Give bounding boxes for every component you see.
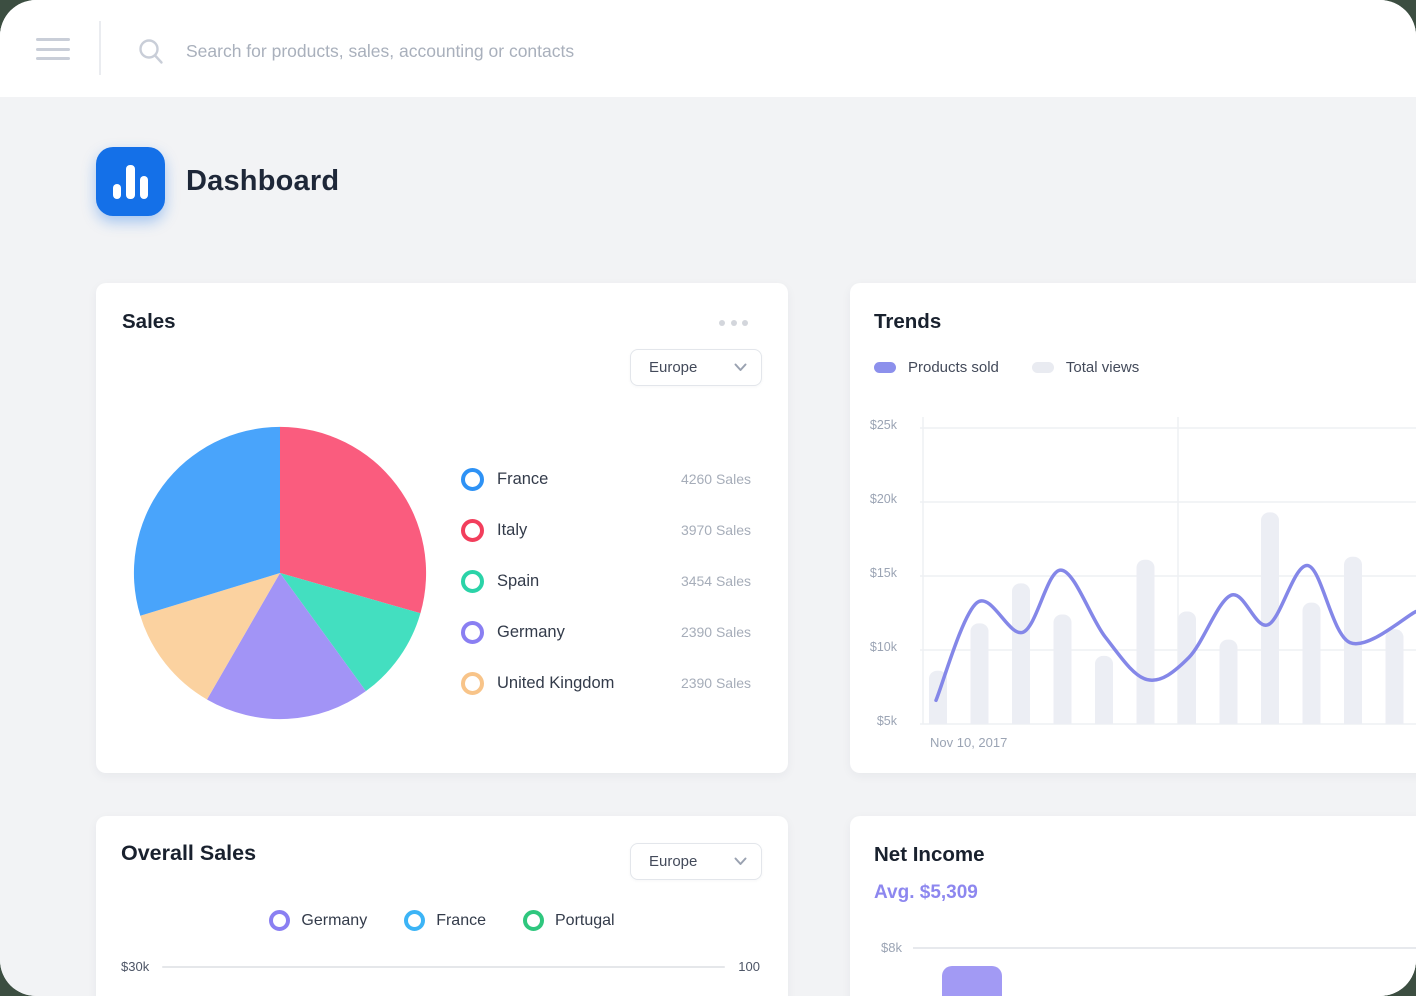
overall-sales-axis: $30k 100 <box>121 959 760 974</box>
topbar-divider <box>99 21 101 75</box>
legend-item-united-kingdom: United Kingdom 2390 Sales <box>461 671 751 695</box>
italy-ring-icon <box>461 519 484 542</box>
page-title: Dashboard <box>186 165 339 198</box>
search-icon <box>137 37 165 65</box>
axis-left-label: $30k <box>121 959 149 974</box>
sales-region-dropdown[interactable]: Europe <box>630 349 762 386</box>
france-ring-icon <box>404 910 425 931</box>
y-tick-5k: $5k <box>850 714 897 728</box>
portugal-ring-icon <box>523 910 544 931</box>
net-income-card: Net Income Avg. $5,309 $8k <box>850 816 1416 996</box>
trends-card: Trends Products sold Total views $25k $2… <box>850 283 1416 773</box>
legend-item-portugal: Portugal <box>523 910 615 931</box>
legend-sales-value: 3454 Sales <box>681 573 751 589</box>
united-kingdom-ring-icon <box>461 672 484 695</box>
legend-item-germany: Germany <box>269 910 367 931</box>
topbar <box>0 0 1416 97</box>
legend-label: Germany <box>301 912 367 930</box>
legend-label: Products sold <box>908 359 999 376</box>
search-input[interactable] <box>184 30 748 72</box>
legend-item-products-sold: Products sold <box>874 359 999 376</box>
legend-item-france: France <box>404 910 486 931</box>
germany-ring-icon <box>269 910 290 931</box>
trends-card-title: Trends <box>874 310 941 334</box>
legend-country-label: France <box>497 470 548 489</box>
legend-item-total-views: Total views <box>1032 359 1139 376</box>
page-header: Dashboard <box>96 147 339 216</box>
net-income-gridline <box>913 947 1416 949</box>
legend-sales-value: 3970 Sales <box>681 522 751 538</box>
chevron-down-icon <box>734 363 747 372</box>
products-sold-pill-icon <box>874 362 896 373</box>
axis-right-label: 100 <box>738 959 760 974</box>
app-window: Dashboard Sales Europe France 4260 Sales <box>0 0 1416 996</box>
y-tick-8k: $8k <box>881 940 902 955</box>
bar-chart-icon-bars <box>113 165 149 199</box>
x-axis-date-label: Nov 10, 2017 <box>930 735 1007 750</box>
legend-label: France <box>436 912 486 930</box>
trends-legend: Products sold Total views <box>874 359 1172 376</box>
total-views-pill-icon <box>1032 362 1054 373</box>
legend-item-germany: Germany 2390 Sales <box>461 620 751 644</box>
overall-sales-card: Overall Sales Europe Germany France <box>96 816 788 996</box>
dashboard-content: Dashboard Sales Europe France 4260 Sales <box>0 97 1416 996</box>
trends-chart <box>920 417 1416 737</box>
net-income-title: Net Income <box>874 843 985 867</box>
legend-label: Portugal <box>555 912 615 930</box>
sales-card-title: Sales <box>122 310 176 334</box>
legend-sales-value: 4260 Sales <box>681 471 751 487</box>
overall-sales-title: Overall Sales <box>121 841 256 866</box>
legend-sales-value: 2390 Sales <box>681 624 751 640</box>
bar-chart-icon <box>96 147 165 216</box>
y-tick-10k: $10k <box>850 640 897 654</box>
legend-country-label: Spain <box>497 572 539 591</box>
overall-sales-region-value: Europe <box>649 853 697 870</box>
overall-sales-legend: Germany France Portugal <box>96 910 788 931</box>
sales-legend: France 4260 Sales Italy 3970 Sales Spain… <box>461 467 751 722</box>
legend-item-spain: Spain 3454 Sales <box>461 569 751 593</box>
germany-ring-icon <box>461 621 484 644</box>
axis-gridline <box>162 966 725 968</box>
overall-sales-region-dropdown[interactable]: Europe <box>630 843 762 880</box>
legend-label: Total views <box>1066 359 1139 376</box>
legend-sales-value: 2390 Sales <box>681 675 751 691</box>
legend-country-label: United Kingdom <box>497 674 614 693</box>
spain-ring-icon <box>461 570 484 593</box>
net-income-bar <box>942 966 1002 996</box>
chevron-down-icon <box>734 857 747 866</box>
legend-item-france: France 4260 Sales <box>461 467 751 491</box>
y-tick-25k: $25k <box>850 418 897 432</box>
sales-pie-chart <box>131 424 429 722</box>
sales-region-value: Europe <box>649 359 697 376</box>
y-tick-20k: $20k <box>850 492 897 506</box>
legend-item-italy: Italy 3970 Sales <box>461 518 751 542</box>
hamburger-menu-icon[interactable] <box>36 38 70 60</box>
average-income-label: Avg. $5,309 <box>874 882 978 904</box>
france-ring-icon <box>461 468 484 491</box>
legend-country-label: Germany <box>497 623 565 642</box>
sales-card: Sales Europe France 4260 Sales <box>96 283 788 773</box>
kebab-menu-icon[interactable] <box>715 316 752 330</box>
legend-country-label: Italy <box>497 521 527 540</box>
y-tick-15k: $15k <box>850 566 897 580</box>
